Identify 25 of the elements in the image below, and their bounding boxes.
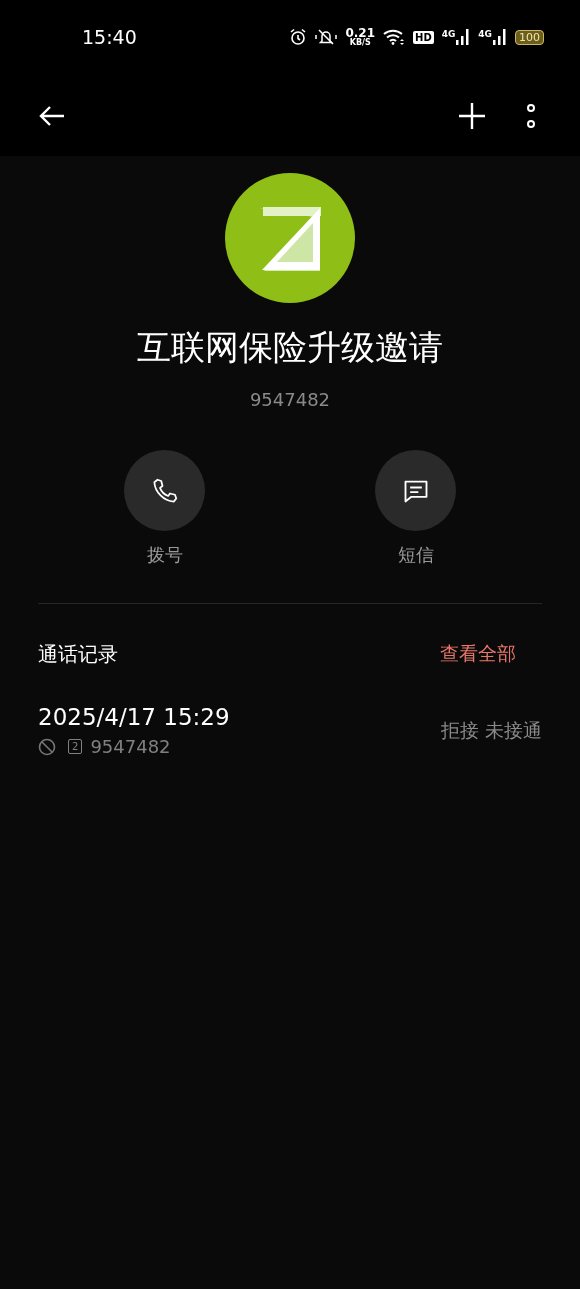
call-time: 2025/4/17 15:29 bbox=[38, 704, 230, 730]
contact-name: 互联网保险升级邀请 bbox=[137, 326, 443, 369]
wifi-icon bbox=[383, 29, 405, 45]
speed-unit: KB/S bbox=[349, 39, 371, 47]
signal-icon bbox=[493, 29, 507, 45]
back-arrow-icon[interactable] bbox=[38, 105, 66, 127]
view-all-link[interactable]: 查看全部 bbox=[440, 641, 516, 668]
section-title: 通话记录 bbox=[38, 641, 118, 668]
muted-bell-icon bbox=[315, 28, 338, 46]
network-type: 4G bbox=[478, 29, 492, 39]
alarm-clock-icon bbox=[289, 28, 308, 46]
network-speed: 0.21 bbox=[345, 27, 375, 39]
more-options-icon[interactable] bbox=[526, 104, 536, 128]
status-time: 15:40 bbox=[82, 26, 137, 48]
add-icon[interactable] bbox=[458, 102, 486, 130]
signal-icon bbox=[456, 29, 471, 45]
call-number: 9547482 bbox=[90, 736, 171, 757]
hd-badge: HD bbox=[413, 30, 434, 44]
battery-level: 100 bbox=[515, 29, 544, 45]
call-status: 拒接 未接通 bbox=[440, 717, 542, 743]
phone-number: 9547482 bbox=[249, 389, 331, 410]
sim-badge: 2 bbox=[68, 739, 83, 754]
network-type: 4G bbox=[441, 29, 456, 39]
action-label: 拨号 bbox=[146, 543, 183, 567]
action-label: 短信 bbox=[397, 543, 434, 567]
